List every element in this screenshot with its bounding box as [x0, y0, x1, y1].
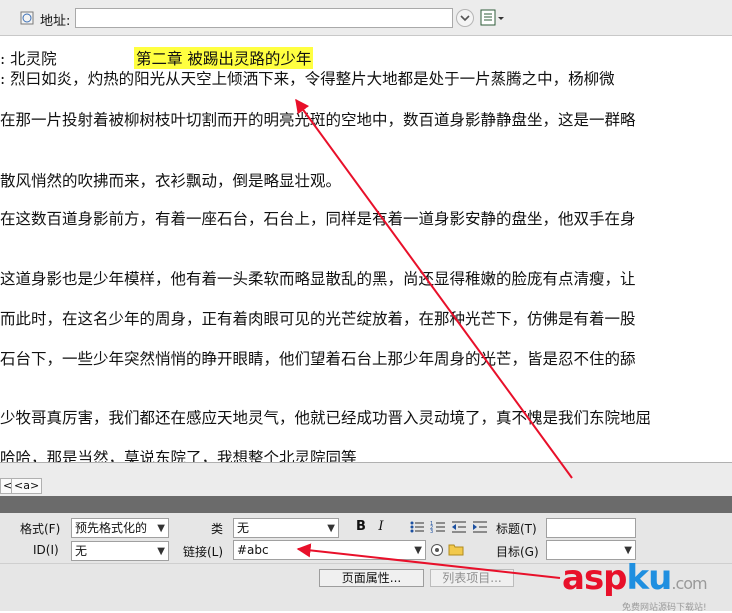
watermark-logo: aspku.com 免费网站源码下载站! [562, 558, 708, 613]
class-select[interactable]: 无 ▼ [233, 518, 339, 538]
content-line: : 烈曰如炎，灼热的阳光从天空上倾洒下来，令得整片大地都是处于一片蒸腾之中，杨柳… [0, 70, 615, 88]
id-select[interactable]: 无 ▼ [71, 541, 169, 561]
chevron-down-icon: ▼ [327, 523, 335, 534]
chevron-down-icon: ▼ [157, 546, 165, 557]
address-dropdown-button[interactable] [456, 9, 474, 27]
content-line: 散风悄然的吹拂而来，衣衫飘动，倒是略显壮观。 [0, 172, 342, 190]
format-select[interactable]: 预先格式化的 ▼ [71, 518, 169, 538]
watermark-brand-a: asp [562, 558, 628, 598]
format-value: 预先格式化的 [75, 521, 148, 535]
address-bar: 地址: [0, 0, 732, 36]
content-line-prefix: : 北灵院 [0, 50, 57, 68]
watermark-brand-c: .com [671, 574, 707, 593]
content-line: 石台下，一些少年突然悄悄的睁开眼睛，他们望着石台上那少年周身的光芒，皆是忍不住的… [0, 350, 636, 368]
panel-header-bar [0, 496, 732, 513]
chevron-down-icon: ▼ [414, 545, 422, 556]
class-value: 无 [237, 521, 250, 535]
point-to-file-icon[interactable] [430, 543, 444, 557]
link-input[interactable]: #abc ▼ [233, 540, 426, 560]
browse-folder-icon[interactable] [448, 542, 464, 556]
ordered-list-icon[interactable]: 1 2 3 [430, 519, 446, 535]
class-label: 类 [211, 522, 224, 536]
title-input[interactable] [546, 518, 636, 538]
chapter-title-highlight[interactable]: 第二章 被踢出灵路的少年 [134, 47, 314, 69]
link-value: #abc [237, 543, 269, 557]
content-line: 哈哈，那是当然，莫说东院了，我想整个北灵院同等 [0, 449, 357, 462]
content-line: 少牧哥真厉害，我们都还在感应天地灵气，他就已经成功晋入灵动境了，真不愧是我们东院… [0, 409, 652, 427]
target-select[interactable]: ▼ [546, 540, 636, 560]
title-label: 标题(T) [496, 522, 537, 536]
svg-text:3: 3 [430, 529, 433, 535]
list-item-button[interactable]: 列表项目... [430, 569, 514, 587]
tag-item[interactable]: <a> [11, 478, 43, 494]
content-line: 而此时，在这名少年的周身，正有着肉眼可见的光芒绽放着，在那种光芒下，仿佛是有着一… [0, 310, 636, 328]
page-properties-button[interactable]: 页面属性... [319, 569, 424, 587]
link-label: 链接(L) [183, 545, 224, 559]
id-value: 无 [75, 544, 88, 558]
unordered-list-icon[interactable] [409, 519, 425, 535]
outdent-icon[interactable] [451, 519, 467, 535]
tag-selector-bar: < <a> [0, 462, 732, 496]
address-label: 地址: [40, 14, 71, 29]
chevron-down-icon [460, 15, 470, 22]
address-globe-icon [20, 11, 34, 25]
italic-button[interactable]: I [372, 519, 390, 535]
watermark-brand-b: ku [626, 558, 673, 598]
id-label: ID(I) [33, 543, 59, 557]
indent-icon[interactable] [472, 519, 488, 535]
content-line: 在这数百道身影前方，有着一座石台，石台上，同样是有着一道身影安静的盘坐，他双手在… [0, 210, 636, 228]
content-line: 这道身影也是少年模样，他有着一头柔软而略显散乱的黑，尚还显得稚嫩的脸庞有点清瘦，… [0, 270, 636, 288]
bold-button[interactable]: B [352, 519, 370, 535]
target-label: 目标(G) [496, 545, 539, 559]
watermark-subtitle: 免费网站源码下载站! [622, 603, 707, 613]
document-content[interactable]: : 北灵院 第二章 被踢出灵路的少年 : 烈曰如炎，灼热的阳光从天空上倾洒下来，… [0, 36, 732, 462]
chevron-down-icon: ▼ [157, 523, 165, 534]
content-line: 在那一片投射着被柳树枝叶切割而开的明亮光斑的空地中，数百道身影静静盘坐，这是一群… [0, 111, 636, 129]
view-options-icon[interactable] [480, 9, 504, 27]
format-label: 格式(F) [20, 522, 61, 536]
address-input[interactable] [75, 8, 453, 28]
